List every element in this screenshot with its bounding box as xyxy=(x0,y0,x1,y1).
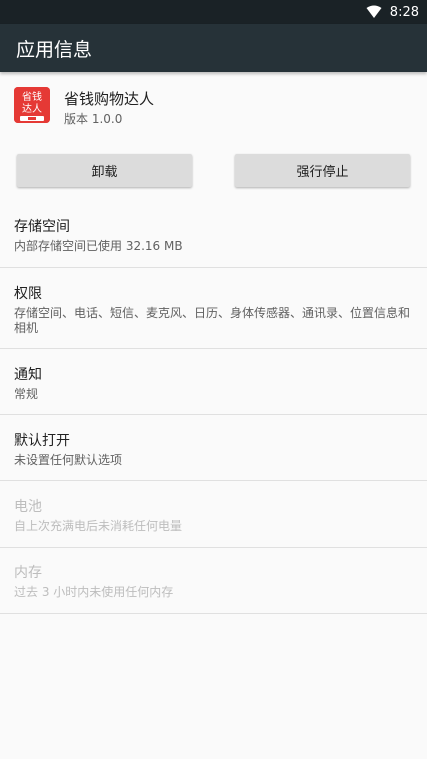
memory-summary: 过去 3 小时内未使用任何内存 xyxy=(14,585,174,599)
notifications-item[interactable]: 通知 常规 xyxy=(0,364,427,402)
notifications-title: 通知 xyxy=(14,367,42,383)
app-header: 省钱 达人 省钱购物达人 版本 1.0.0 xyxy=(0,84,427,134)
status-bar: 8:28 xyxy=(0,0,427,24)
force-stop-button[interactable]: 强行停止 xyxy=(235,154,410,187)
battery-summary: 自上次充满电后未消耗任何电量 xyxy=(14,519,183,533)
app-bar: 应用信息 xyxy=(0,24,427,72)
permissions-summary: 存储空间、电话、短信、麦克风、日历、身体传感器、通讯录、位置信息和相机 xyxy=(14,306,411,335)
app-version: 版本 1.0.0 xyxy=(64,112,123,126)
memory-item: 内存 过去 3 小时内未使用任何内存 xyxy=(0,562,427,600)
wifi-icon xyxy=(366,5,382,18)
battery-item: 电池 自上次充满电后未消耗任何电量 xyxy=(0,496,427,534)
open-by-default-item[interactable]: 默认打开 未设置任何默认选项 xyxy=(0,430,427,468)
divider xyxy=(0,480,427,481)
storage-summary: 内部存储空间已使用 32.16 MB xyxy=(14,239,183,253)
status-time: 8:28 xyxy=(389,4,419,20)
divider xyxy=(0,613,427,614)
app-icon: 省钱 达人 xyxy=(14,87,50,123)
divider xyxy=(0,547,427,548)
page-title: 应用信息 xyxy=(16,38,93,61)
permissions-title: 权限 xyxy=(14,286,42,302)
divider xyxy=(0,267,427,268)
app-name: 省钱购物达人 xyxy=(64,90,155,108)
storage-title: 存储空间 xyxy=(14,219,70,235)
storage-item[interactable]: 存储空间 内部存储空间已使用 32.16 MB xyxy=(0,216,427,254)
divider xyxy=(0,414,427,415)
notifications-summary: 常规 xyxy=(14,387,39,401)
permissions-item[interactable]: 权限 存储空间、电话、短信、麦克风、日历、身体传感器、通讯录、位置信息和相机 xyxy=(0,283,427,336)
svg-text:省钱: 省钱 xyxy=(22,90,42,103)
divider xyxy=(0,348,427,349)
open-by-default-title: 默认打开 xyxy=(14,433,70,449)
memory-title: 内存 xyxy=(14,565,42,581)
open-by-default-summary: 未设置任何默认选项 xyxy=(14,453,123,467)
battery-title: 电池 xyxy=(14,499,42,515)
svg-text:达人: 达人 xyxy=(22,103,42,115)
uninstall-button[interactable]: 卸载 xyxy=(17,154,192,187)
